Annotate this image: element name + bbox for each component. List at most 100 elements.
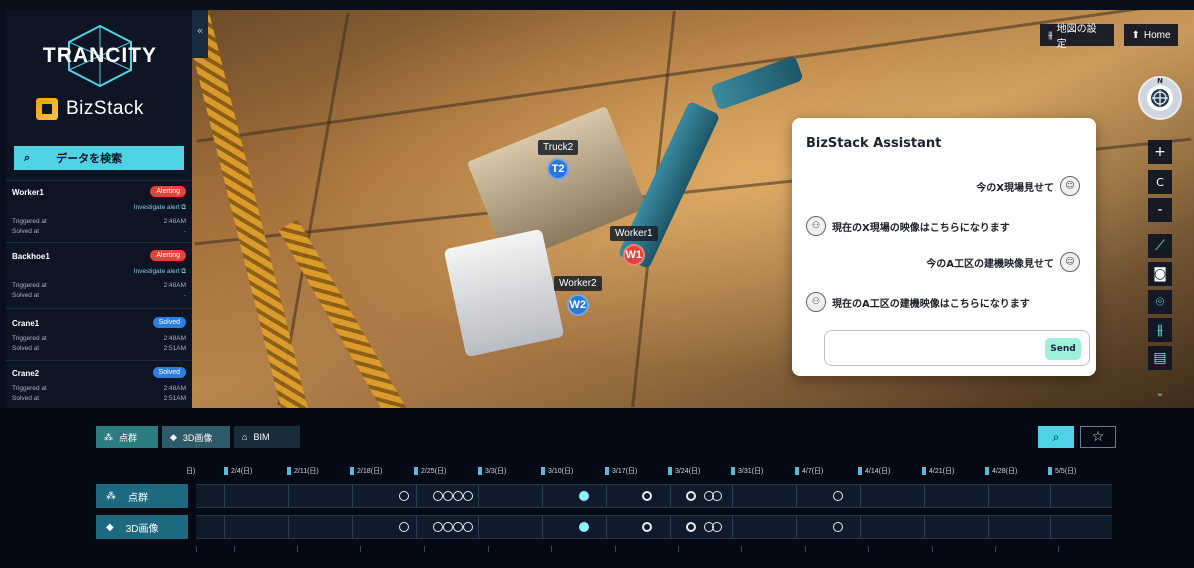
triggered-row: Triggered at 2:48AM: [12, 335, 186, 342]
week-separator: [416, 485, 417, 507]
row-label-pointcloud[interactable]: ⁂ 点群: [96, 484, 188, 508]
capture-point[interactable]: [579, 491, 589, 501]
marker-pin[interactable]: W1: [622, 244, 645, 266]
zoom-in-button[interactable]: +: [1148, 140, 1172, 164]
capture-point[interactable]: [463, 491, 473, 501]
compass-north-label: N: [1157, 77, 1163, 85]
capture-point[interactable]: [453, 491, 463, 501]
star-icon: ☆: [1091, 429, 1105, 445]
building-icon: ⌂: [242, 432, 248, 442]
marker-worker1[interactable]: Worker1 W1: [610, 226, 658, 266]
marker-pin[interactable]: T2: [547, 158, 570, 180]
axis-tick: [932, 546, 933, 552]
home-button[interactable]: ⬆ Home: [1124, 24, 1178, 46]
capture-point[interactable]: [443, 491, 453, 501]
alert-card[interactable]: Backhoe1 Alerting Investigate alert ⧉ Tr…: [6, 242, 192, 306]
capture-point[interactable]: [399, 491, 409, 501]
capture-point[interactable]: [453, 522, 463, 532]
date-flag-icon: [224, 467, 228, 475]
sliders-icon[interactable]: ⫵: [1148, 318, 1172, 342]
cube-icon: ◆: [170, 431, 177, 442]
capture-point[interactable]: [686, 522, 696, 532]
axis-tick: [868, 546, 869, 552]
date-tick: 3/17(日): [605, 466, 637, 476]
investigate-alert-link[interactable]: Investigate alert ⧉: [134, 204, 186, 212]
capture-point[interactable]: [443, 522, 453, 532]
week-separator: [352, 516, 353, 538]
date-label: 3/31(日): [738, 468, 764, 475]
tab-3d-image[interactable]: ◆ 3D画像: [162, 426, 230, 448]
status-badge: Solved: [152, 317, 186, 328]
alert-card[interactable]: Crane1 Solved Triggered at 2:48AM Solved …: [6, 308, 192, 358]
location-pin-icon[interactable]: ⌾: [1148, 290, 1172, 314]
timeline-track[interactable]: [196, 484, 1112, 508]
week-separator: [924, 485, 925, 507]
capture-point[interactable]: [433, 491, 443, 501]
date-flag-icon: [985, 467, 989, 475]
message-text: 今のA工区の建機映像見せて: [926, 258, 1054, 270]
axis-tick: [424, 546, 425, 552]
assistant-input-box: Send: [824, 330, 1090, 366]
axis-tick: [196, 546, 197, 552]
bot-message: ⚇ 現在のX現場の映像はこちらになります: [806, 216, 1010, 236]
capture-point[interactable]: [642, 491, 652, 501]
week-separator: [988, 516, 989, 538]
marker-pin[interactable]: W2: [566, 294, 589, 316]
week-separator: [1050, 516, 1051, 538]
marker-worker2[interactable]: Worker2 W2: [554, 276, 602, 316]
date-label: 3/24(日): [675, 468, 701, 475]
alert-name: Crane2: [12, 369, 40, 378]
capture-point[interactable]: [833, 491, 843, 501]
capture-point[interactable]: [712, 491, 722, 501]
capture-point[interactable]: [463, 522, 473, 532]
tab-bim[interactable]: ⌂ BIM: [234, 426, 300, 448]
week-separator: [606, 516, 607, 538]
date-label: 3/10(日): [548, 468, 574, 475]
timeline-track[interactable]: [196, 515, 1112, 539]
user-avatar-icon: ☺: [1060, 252, 1080, 272]
tab-pointcloud[interactable]: ⁂ 点群: [96, 426, 158, 448]
trancity-logo: TRANCITY: [30, 22, 170, 90]
date-flag-icon: [350, 467, 354, 475]
collapse-sidebar-button[interactable]: «: [192, 10, 208, 58]
capture-point[interactable]: [686, 491, 696, 501]
date-flag-icon: [922, 467, 926, 475]
favorite-button[interactable]: ☆: [1080, 426, 1116, 448]
alert-card[interactable]: Worker1 Alerting Investigate alert ⧉ Tri…: [6, 180, 192, 242]
capture-point[interactable]: [399, 522, 409, 532]
clapperboard-icon[interactable]: ▤: [1148, 346, 1172, 370]
camera-icon[interactable]: ◙: [1148, 262, 1172, 286]
capture-point[interactable]: [712, 522, 722, 532]
timeline-search-button[interactable]: ⌕: [1038, 426, 1074, 448]
compass-widget[interactable]: N: [1138, 76, 1182, 120]
tab-label: BIM: [253, 432, 270, 442]
data-search-button[interactable]: ⌕ データを検索: [14, 146, 184, 170]
row-label-3d-image[interactable]: ◆ 3D画像: [96, 515, 188, 539]
pointcloud-icon: ⁂: [106, 490, 116, 502]
chevron-down-icon[interactable]: ⌄: [1148, 386, 1172, 406]
zoom-out-button[interactable]: -: [1148, 198, 1172, 222]
map-settings-button[interactable]: ⫵ 地図の設定: [1040, 24, 1114, 50]
message-text: 現在のA工区の建機映像はこちらになります: [832, 298, 1030, 310]
investigate-alert-link[interactable]: Investigate alert ⧉: [134, 268, 186, 276]
capture-point[interactable]: [642, 522, 652, 532]
trancity-wordmark: TRANCITY: [42, 44, 158, 67]
send-button[interactable]: Send: [1045, 338, 1081, 360]
date-flag-icon: [668, 467, 672, 475]
marker-truck2[interactable]: Truck2 T2: [538, 140, 579, 180]
capture-point[interactable]: [833, 522, 843, 532]
ruler-icon[interactable]: ⟋: [1148, 234, 1172, 258]
week-separator: [288, 516, 289, 538]
date-flag-icon: [858, 467, 862, 475]
assistant-title: BizStack Assistant: [806, 136, 942, 151]
alert-card[interactable]: Crane2 Solved Triggered at 2:48AM Solved …: [6, 360, 192, 408]
date-tick: 4/21(日): [922, 466, 954, 476]
capture-point[interactable]: [579, 522, 589, 532]
week-separator: [796, 485, 797, 507]
week-separator: [988, 485, 989, 507]
capture-point[interactable]: [433, 522, 443, 532]
assistant-message-input[interactable]: [833, 337, 1033, 359]
settings-sliders-icon: ⫵: [1048, 29, 1053, 41]
reset-view-button[interactable]: C: [1148, 170, 1172, 194]
date-flag-icon: [605, 467, 609, 475]
